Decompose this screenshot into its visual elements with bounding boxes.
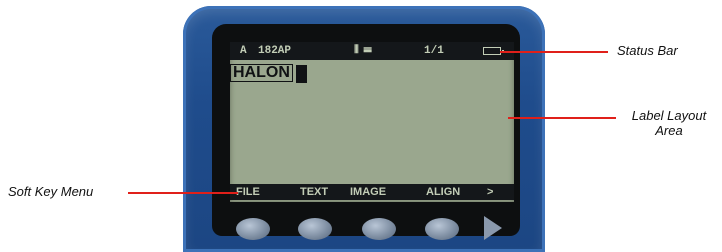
callout-layout-area: Label Layout Area — [631, 108, 707, 138]
callout-line-layout-area — [508, 117, 616, 119]
softkey-text[interactable]: TEXT — [300, 185, 328, 199]
callout-status-bar: Status Bar — [617, 43, 678, 58]
soft-key-menu: FILE TEXT IMAGE ALIGN > — [230, 184, 514, 200]
status-mode: A — [240, 45, 247, 57]
status-font: 182AP — [258, 45, 292, 57]
battery-icon — [483, 47, 504, 55]
justification-icon: ⦀ ☰ — [354, 45, 372, 57]
softkey-file[interactable]: FILE — [236, 185, 260, 199]
softkey-image[interactable]: IMAGE — [350, 185, 386, 199]
label-text[interactable]: HALON — [230, 64, 293, 82]
callout-line-soft-key-menu — [128, 192, 238, 194]
status-bar: A 182AP ⦀ ☰ 1/1 — [230, 42, 514, 60]
hw-button-4[interactable] — [425, 218, 459, 240]
hw-button-2[interactable] — [298, 218, 332, 240]
text-cursor — [296, 65, 307, 83]
softkey-align[interactable]: ALIGN — [426, 185, 460, 199]
status-page: 1/1 — [424, 45, 444, 57]
label-layout-area[interactable]: HALON — [230, 60, 514, 182]
hw-arrow-button-icon[interactable] — [484, 216, 502, 240]
lcd-screen: A 182AP ⦀ ☰ 1/1 HALON FILE TEXT IMAGE AL… — [230, 42, 514, 202]
callout-line-status-bar — [500, 51, 608, 53]
softkey-more[interactable]: > — [487, 185, 493, 199]
callout-soft-key-menu: Soft Key Menu — [8, 184, 94, 199]
hw-button-3[interactable] — [362, 218, 396, 240]
hw-button-1[interactable] — [236, 218, 270, 240]
